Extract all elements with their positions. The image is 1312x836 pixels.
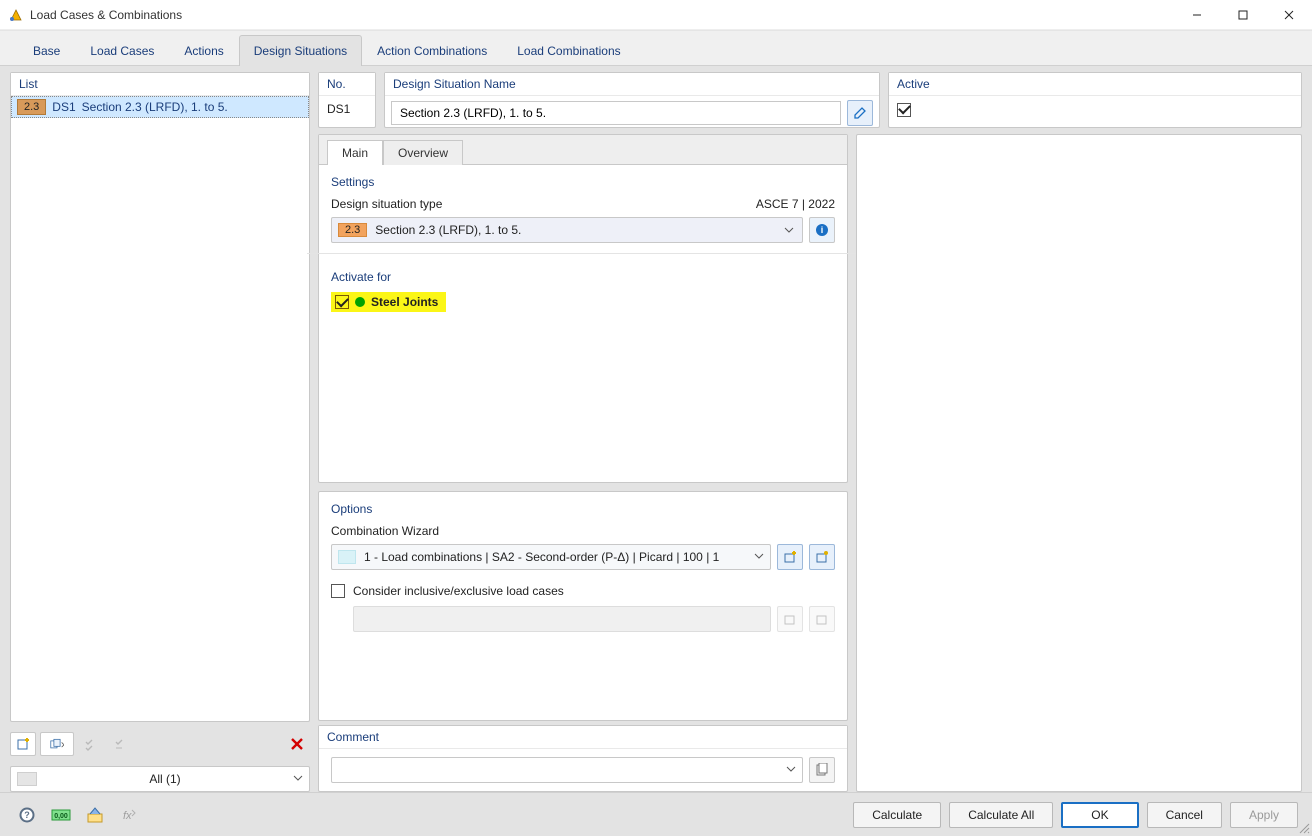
ok-button[interactable]: OK bbox=[1061, 802, 1138, 828]
wizard-edit-button[interactable] bbox=[809, 544, 835, 570]
info-button[interactable]: i bbox=[809, 217, 835, 243]
check-all-button bbox=[78, 732, 104, 756]
list-header: List bbox=[11, 73, 309, 96]
dialog-window: Load Cases & Combinations BaseLoad Cases… bbox=[0, 0, 1312, 836]
settings-title: Settings bbox=[331, 175, 835, 189]
app-icon bbox=[8, 7, 24, 23]
activate-steel-joints-row[interactable]: Steel Joints bbox=[331, 292, 446, 312]
tab-load-cases[interactable]: Load Cases bbox=[75, 35, 169, 66]
list-toolbar bbox=[10, 728, 310, 760]
dialog-body: List 2.3 DS1 Section 2.3 (LRFD), 1. to 5… bbox=[0, 66, 1312, 792]
titlebar: Load Cases & Combinations bbox=[0, 0, 1312, 30]
active-header: Active bbox=[889, 73, 1301, 96]
calculate-all-button[interactable]: Calculate All bbox=[949, 802, 1053, 828]
list-row-id: DS1 bbox=[52, 100, 75, 114]
script-button[interactable]: fx bbox=[116, 802, 142, 828]
list-row-chip: 2.3 bbox=[17, 99, 46, 115]
activate-label: Steel Joints bbox=[371, 295, 438, 309]
subtabs: MainOverview bbox=[319, 135, 847, 165]
apply-button: Apply bbox=[1230, 802, 1298, 828]
wizard-new-button[interactable] bbox=[777, 544, 803, 570]
chevron-down-icon bbox=[782, 225, 796, 235]
active-panel: Active bbox=[888, 72, 1302, 128]
dst-value: Section 2.3 (LRFD), 1. to 5. bbox=[375, 223, 774, 237]
list-filter-dropdown[interactable]: All (1) bbox=[10, 766, 310, 792]
consider-label: Consider inclusive/exclusive load cases bbox=[353, 584, 564, 598]
name-panel: Design Situation Name bbox=[384, 72, 880, 128]
list-panel: List 2.3 DS1 Section 2.3 (LRFD), 1. to 5… bbox=[10, 72, 310, 722]
activate-checkbox[interactable] bbox=[335, 295, 349, 309]
consider-edit-button bbox=[809, 606, 835, 632]
units-button[interactable]: 0,00 bbox=[48, 802, 74, 828]
filter-text: All (1) bbox=[43, 772, 287, 786]
maximize-button[interactable] bbox=[1220, 0, 1266, 30]
new-item-button[interactable] bbox=[10, 732, 36, 756]
consider-new-button bbox=[777, 606, 803, 632]
list-body[interactable]: 2.3 DS1 Section 2.3 (LRFD), 1. to 5. bbox=[11, 96, 309, 721]
dialog-footer: ? 0,00 fx Calculate Calculate All OK Can… bbox=[0, 792, 1312, 836]
wizard-swatch bbox=[338, 550, 356, 564]
chevron-down-icon bbox=[293, 772, 303, 786]
svg-text:0,00: 0,00 bbox=[54, 813, 68, 820]
chevron-down-icon bbox=[754, 550, 764, 564]
comment-library-button[interactable] bbox=[809, 757, 835, 783]
design-situation-type-label: Design situation type bbox=[331, 197, 442, 211]
copy-item-button[interactable] bbox=[40, 732, 74, 756]
status-dot-icon bbox=[355, 297, 365, 307]
consider-dropdown bbox=[353, 606, 771, 632]
svg-text:fx: fx bbox=[123, 810, 132, 822]
no-value: DS1 bbox=[319, 96, 375, 122]
calculate-button[interactable]: Calculate bbox=[853, 802, 941, 828]
minimize-button[interactable] bbox=[1174, 0, 1220, 30]
uncheck-all-button bbox=[108, 732, 134, 756]
comment-title: Comment bbox=[319, 726, 847, 749]
comment-panel: Comment bbox=[318, 725, 848, 792]
options-panel: Options Combination Wizard 1 - Load comb… bbox=[318, 491, 848, 721]
delete-item-button[interactable] bbox=[284, 732, 310, 756]
comment-dropdown[interactable] bbox=[331, 757, 803, 783]
rename-button[interactable] bbox=[847, 100, 873, 126]
dst-chip: 2.3 bbox=[338, 223, 367, 237]
options-title: Options bbox=[331, 502, 835, 516]
help-button[interactable]: ? bbox=[14, 802, 40, 828]
activate-section: Activate for Steel Joints bbox=[319, 260, 847, 320]
tab-base[interactable]: Base bbox=[18, 35, 75, 66]
subtab-overview[interactable]: Overview bbox=[383, 140, 463, 165]
main-tabstrip: BaseLoad CasesActionsDesign SituationsAc… bbox=[0, 30, 1312, 66]
wizard-value: 1 - Load combinations | SA2 - Second-ord… bbox=[364, 550, 746, 564]
consider-checkbox[interactable] bbox=[331, 584, 345, 598]
list-row[interactable]: 2.3 DS1 Section 2.3 (LRFD), 1. to 5. bbox=[11, 96, 309, 118]
active-checkbox[interactable] bbox=[897, 103, 911, 117]
window-title: Load Cases & Combinations bbox=[30, 8, 182, 22]
close-button[interactable] bbox=[1266, 0, 1312, 30]
wizard-label: Combination Wizard bbox=[331, 524, 835, 538]
cancel-button[interactable]: Cancel bbox=[1147, 802, 1222, 828]
no-panel: No. DS1 bbox=[318, 72, 376, 128]
design-situation-type-dropdown[interactable]: 2.3 Section 2.3 (LRFD), 1. to 5. bbox=[331, 217, 803, 243]
name-input[interactable] bbox=[391, 101, 841, 125]
design-code-label: ASCE 7 | 2022 bbox=[756, 197, 835, 211]
filter-swatch bbox=[17, 772, 37, 786]
tab-design-situations[interactable]: Design Situations bbox=[239, 35, 362, 66]
name-header: Design Situation Name bbox=[385, 73, 879, 96]
activate-title: Activate for bbox=[331, 270, 835, 284]
chevron-down-icon bbox=[786, 763, 796, 777]
resize-grip[interactable] bbox=[1298, 822, 1310, 834]
list-row-name: Section 2.3 (LRFD), 1. to 5. bbox=[82, 100, 228, 114]
subtab-main[interactable]: Main bbox=[327, 140, 383, 165]
tab-action-combinations[interactable]: Action Combinations bbox=[362, 35, 502, 66]
no-header: No. bbox=[319, 73, 375, 96]
tab-load-combinations[interactable]: Load Combinations bbox=[502, 35, 635, 66]
preview-panel bbox=[856, 134, 1302, 792]
svg-text:i: i bbox=[821, 225, 824, 235]
tab-actions[interactable]: Actions bbox=[169, 35, 238, 66]
svg-text:?: ? bbox=[24, 810, 30, 820]
settings-button[interactable] bbox=[82, 802, 108, 828]
combination-wizard-dropdown[interactable]: 1 - Load combinations | SA2 - Second-ord… bbox=[331, 544, 771, 570]
settings-section: Settings Design situation type ASCE 7 | … bbox=[319, 165, 847, 247]
